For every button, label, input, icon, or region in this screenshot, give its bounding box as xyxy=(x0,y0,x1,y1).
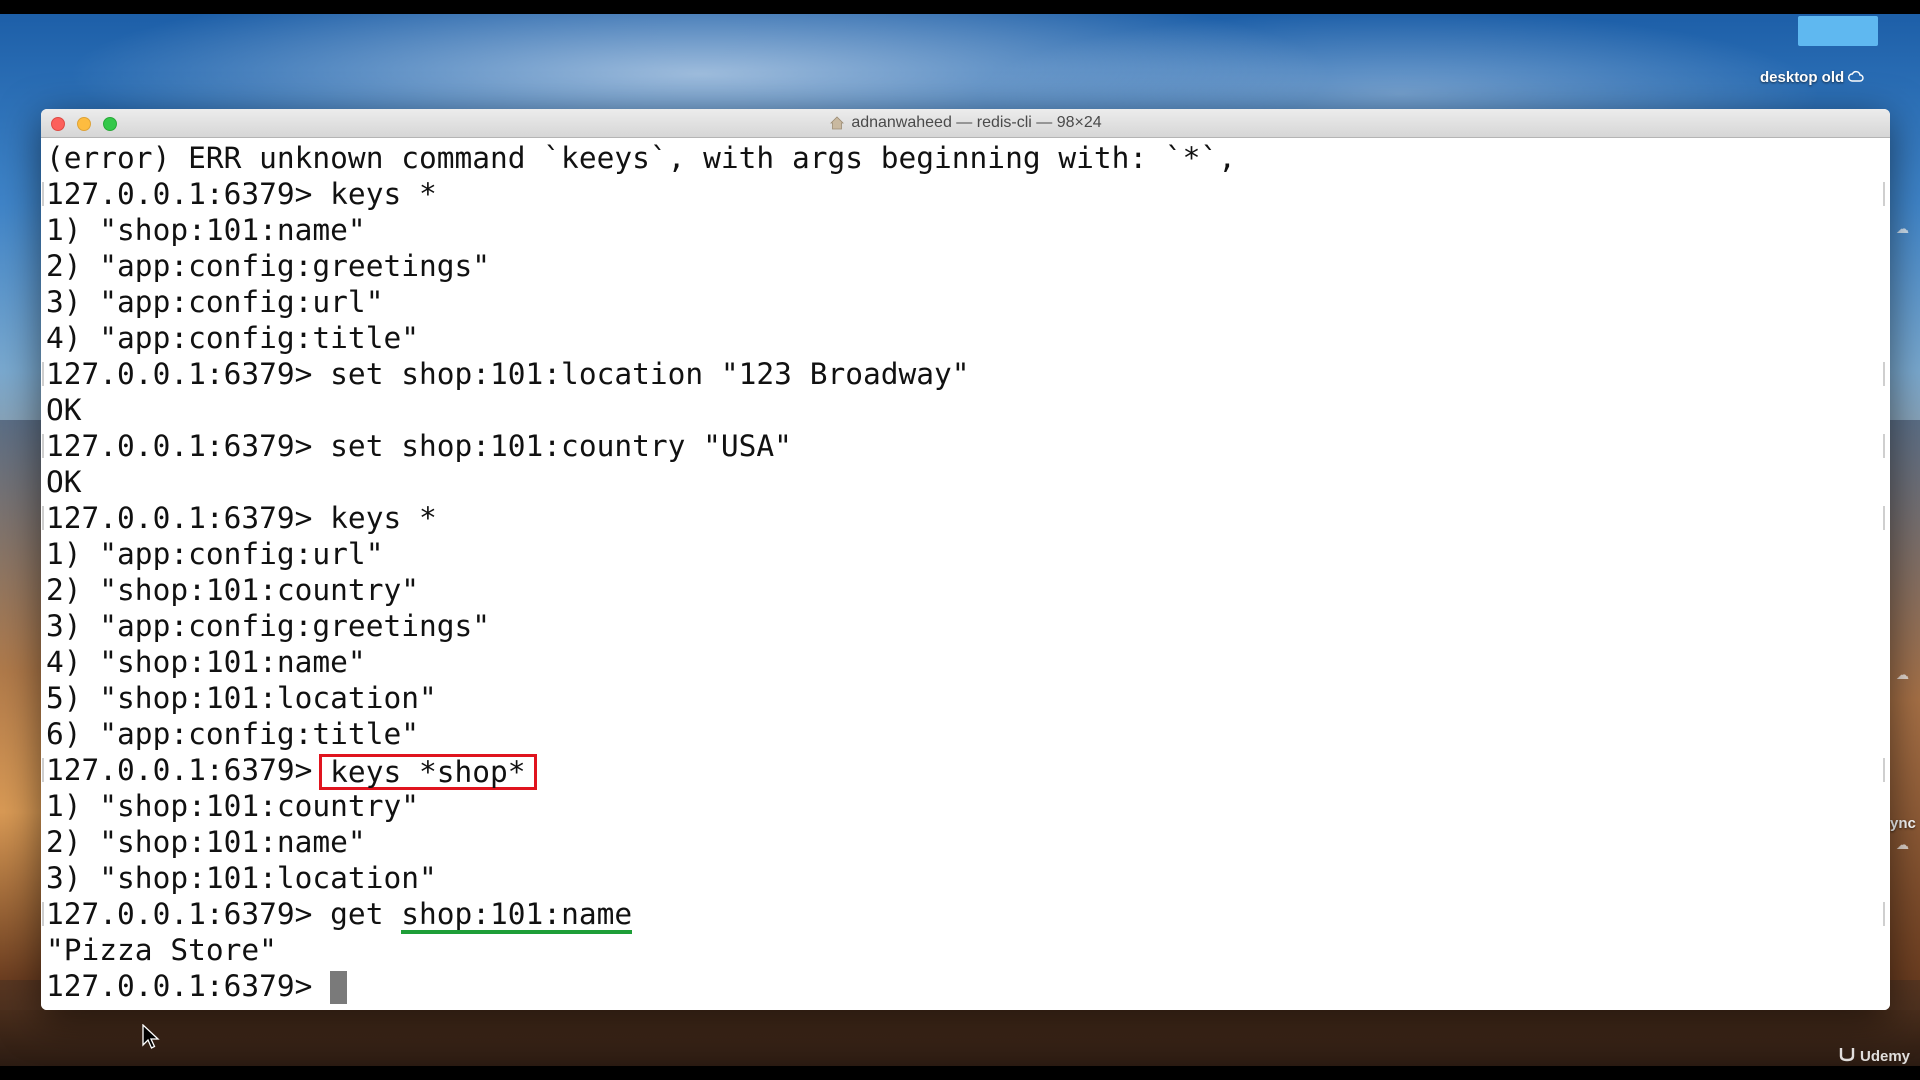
cloud-icon: ☁ xyxy=(1896,221,1909,236)
cloud-icon: ☁ xyxy=(1896,667,1909,682)
udemy-watermark-text: Udemy xyxy=(1860,1047,1911,1065)
terminal-line: 3) "app:config:url" xyxy=(46,285,384,319)
gutter-mark xyxy=(1883,362,1885,386)
terminal-line: 6) "app:config:title" xyxy=(46,717,419,751)
terminal-prompt: 127.0.0.1:6379> xyxy=(46,897,331,931)
udemy-logo-icon xyxy=(1838,1046,1856,1066)
gutter-mark xyxy=(1883,902,1885,926)
desktop-folder-label[interactable]: desktop old xyxy=(1760,66,1864,88)
terminal-line: 127.0.0.1:6379> set shop:101:location "1… xyxy=(46,357,970,391)
wallpaper-dune-right xyxy=(1888,420,1920,980)
desktop-folder-name: desktop old xyxy=(1760,68,1845,86)
gutter-mark xyxy=(1883,506,1885,530)
terminal-prompt: 127.0.0.1:6379> xyxy=(46,969,331,1003)
terminal-window[interactable]: adnanwaheed — redis-cli — 98×24 (error) … xyxy=(41,109,1890,1010)
terminal-line: 4) "app:config:title" xyxy=(46,321,419,355)
highlighted-command: keys *shop* xyxy=(319,753,537,790)
cloud-icon xyxy=(1848,69,1864,86)
desktop-folder-icon[interactable] xyxy=(1798,16,1878,46)
window-title-text: adnanwaheed — redis-cli — 98×24 xyxy=(851,114,1102,131)
gutter-mark xyxy=(1883,182,1885,206)
wallpaper-dune-bottom xyxy=(0,1010,1920,1066)
terminal-line: 5) "shop:101:location" xyxy=(46,681,437,715)
terminal-line: OK xyxy=(46,393,82,427)
terminal-line: 2) "shop:101:country" xyxy=(46,573,419,607)
terminal-output[interactable]: (error) ERR unknown command `keeys`, wit… xyxy=(41,138,1890,1010)
terminal-line: 1) "app:config:url" xyxy=(46,537,384,571)
home-icon xyxy=(829,115,845,131)
terminal-line: 3) "shop:101:location" xyxy=(46,861,437,895)
gutter-mark xyxy=(42,182,44,206)
gutter-mark xyxy=(42,434,44,458)
terminal-input-line[interactable]: 127.0.0.1:6379> xyxy=(46,968,348,1004)
terminal-line: 127.0.0.1:6379> keys * xyxy=(46,177,437,211)
gutter-mark xyxy=(1883,434,1885,458)
terminal-line: (error) ERR unknown command `keeys`, wit… xyxy=(46,141,1236,175)
window-title: adnanwaheed — redis-cli — 98×24 xyxy=(41,109,1890,137)
terminal-line: 4) "shop:101:name" xyxy=(46,645,366,679)
gutter-mark xyxy=(42,902,44,926)
terminal-line: OK xyxy=(46,465,82,499)
desktop-edge-label: ync xyxy=(1890,815,1916,832)
terminal-prompt: 127.0.0.1:6379> xyxy=(46,753,331,787)
underlined-key: shop:101:name xyxy=(401,898,633,934)
terminal-line: 2) "shop:101:name" xyxy=(46,825,366,859)
terminal-line-result: "Pizza Store" xyxy=(46,933,277,967)
window-titlebar[interactable]: adnanwaheed — redis-cli — 98×24 xyxy=(41,109,1890,138)
terminal-line: 2) "app:config:greetings" xyxy=(46,249,491,283)
terminal-line: 1) "shop:101:country" xyxy=(46,789,419,823)
udemy-watermark: Udemy xyxy=(1838,1046,1910,1066)
gutter-mark xyxy=(42,506,44,530)
gutter-mark xyxy=(42,758,44,782)
letterbox-bottom xyxy=(0,1066,1920,1080)
terminal-line: 1) "shop:101:name" xyxy=(46,213,366,247)
mouse-pointer-icon xyxy=(142,1023,160,1055)
get-command: get xyxy=(330,897,402,931)
terminal-line: 127.0.0.1:6379> keys * xyxy=(46,501,437,535)
gutter-mark xyxy=(42,362,44,386)
terminal-line: 3) "app:config:greetings" xyxy=(46,609,491,643)
letterbox-top xyxy=(0,0,1920,14)
text-cursor xyxy=(330,971,348,1004)
terminal-line-get-command: 127.0.0.1:6379> get shop:101:name xyxy=(46,896,633,934)
gutter-mark xyxy=(1883,758,1885,782)
terminal-line-highlighted-command: 127.0.0.1:6379> keys *shop* xyxy=(46,752,537,790)
terminal-line: 127.0.0.1:6379> set shop:101:country "US… xyxy=(46,429,792,463)
cloud-icon: ☁ xyxy=(1896,837,1909,852)
